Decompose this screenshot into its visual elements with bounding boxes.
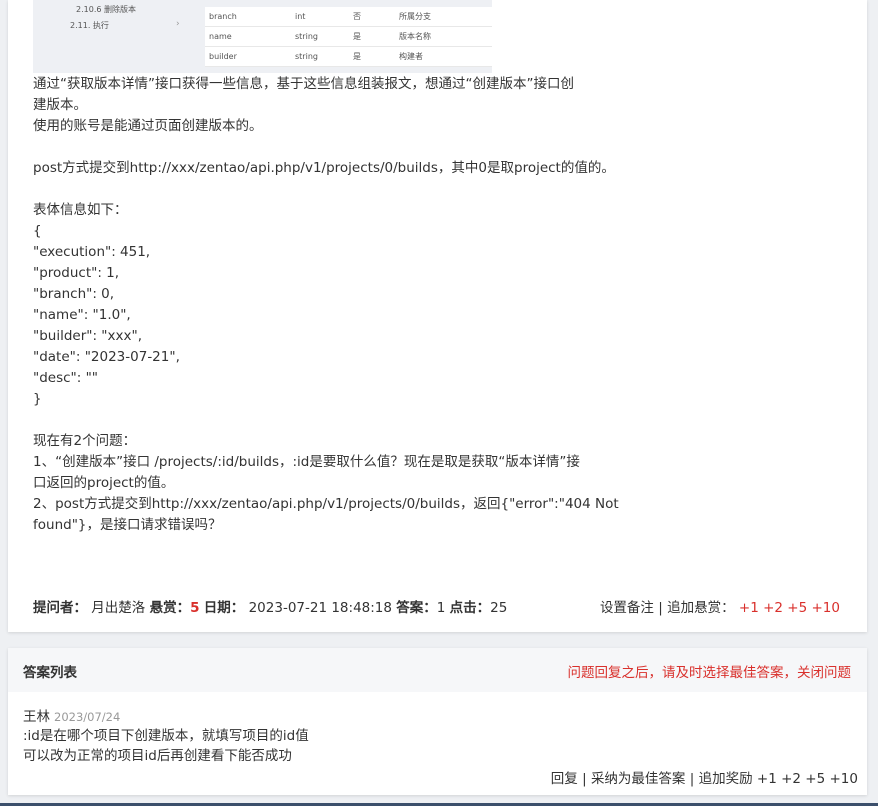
question-card [8,0,867,632]
question-line: 表体信息如下： [33,202,128,218]
table-cell: 构建者 [395,46,492,67]
question-line: post方式提交到http://xxx/zentao/api.php/v1/pr… [33,160,615,176]
question-line: } [33,391,42,407]
question-meta: 提问者： 月出楚洛 悬赏：5 日期： 2023-07-21 18:48:18 答… [33,598,507,618]
table-cell: 否 [349,7,395,27]
add-bounty-label: 追加悬赏： [667,600,735,616]
add-bounty-5-link[interactable]: +5 [787,600,807,616]
table-cell: int [291,7,349,27]
answer-date: 2023/07/24 [54,710,121,724]
question-line: "execution": 451, [33,244,151,260]
screenshot-thumbnail[interactable]: 2.10.6 删除版本 2.11. 执行 › branch int 否 所属分支… [33,0,492,73]
toc-item: 2.10.6 删除版本 [76,5,136,14]
table-cell: 是 [349,46,395,67]
bounty-label: 悬赏： [149,600,191,616]
add-bounty-2-link[interactable]: +2 [763,600,783,616]
separator: | [689,771,695,787]
question-line: { [33,223,42,239]
answer-actions: 回复 | 采纳为最佳答案 | 追加奖励 +1 +2 +5 +10 [551,767,858,787]
asker-label: 提问者： [33,600,87,616]
question-line: 建版本。 [33,97,87,113]
reward-2-link[interactable]: +2 [781,771,801,787]
question-line: "product": 1, [33,265,120,281]
table-row: branch int 否 所属分支 [205,7,492,27]
thumbnail-toc: 2.10.6 删除版本 2.11. 执行 › [33,0,193,73]
question-line: 1、“创建版本”接口 /projects/:id/builds，:id是要取什么… [33,454,580,470]
table-row: name string 是 版本名称 [205,26,492,47]
reward-10-link[interactable]: +10 [830,771,859,787]
table-cell: string [291,46,349,67]
clicks-label: 点击： [449,600,491,616]
reward-label: 追加奖励 [698,771,753,787]
question-line: "date": "2023-07-21", [33,349,180,365]
table-cell: name [205,26,291,47]
bounty-value: 5 [190,600,200,616]
question-line: "name": "1.0", [33,307,131,323]
reward-1-link[interactable]: +1 [757,771,777,787]
add-bounty-10-link[interactable]: +10 [812,600,841,616]
clicks-count: 25 [490,600,508,616]
answers-title: 答案列表 [23,665,77,681]
table-cell: string [291,26,349,47]
answers-tip: 问题回复之后，请及时选择最佳答案，关闭问题 [567,665,852,681]
table-cell: branch [205,7,291,27]
answer-user[interactable]: 王林 [23,709,50,725]
table-cell: 所属分支 [395,7,492,27]
answer-author: 王林 2023/07/24 [23,705,120,725]
answers-header: 答案列表 问题回复之后，请及时选择最佳答案，关闭问题 [8,648,867,692]
date-value: 2023-07-21 18:48:18 [248,600,392,616]
answer-line: 可以改为正常的项目id后再创建看下能否成功 [23,748,292,764]
question-line: 口返回的project的值。 [33,475,175,491]
thumbnail-table: branch int 否 所属分支 name string 是 版本名称 bui… [205,7,492,67]
accept-best-answer-link[interactable]: 采纳为最佳答案 [591,771,686,787]
answers-label: 答案： [396,600,437,616]
answer-line: :id是在哪个项目下创建版本，就填写项目的id值 [23,728,309,744]
answers-card: 答案列表 问题回复之后，请及时选择最佳答案，关闭问题 王林 2023/07/24 … [8,648,867,795]
question-line: "builder": "xxx", [33,328,142,344]
set-note-link[interactable]: 设置备注 [600,600,654,616]
question-line: "branch": 0, [33,286,115,302]
date-label: 日期： [203,600,245,616]
table-cell: 是 [349,26,395,47]
separator: | [658,600,663,616]
question-line: 现在有2个问题： [33,433,137,449]
chevron-right-icon: › [176,19,180,29]
asker-name[interactable]: 月出楚洛 [91,600,145,616]
add-bounty-1-link[interactable]: +1 [739,600,759,616]
table-row: builder string 是 构建者 [205,46,492,67]
question-line: "desc": "" [33,370,99,386]
separator: | [582,771,587,787]
question-line: 通过“获取版本详情”接口获得一些信息，基于这些信息组装报文，想通过“创建版本”接… [33,76,574,92]
question-line: 使用的账号是能通过页面创建版本的。 [33,118,263,134]
reward-5-link[interactable]: +5 [805,771,825,787]
table-cell: builder [205,46,291,67]
toc-item: 2.11. 执行 [70,21,109,30]
reply-link[interactable]: 回复 [551,771,578,787]
answers-count: 1 [436,600,446,616]
question-actions: 设置备注 | 追加悬赏： +1 +2 +5 +10 [600,598,840,618]
question-line: 2、post方式提交到http://xxx/zentao/api.php/v1/… [33,496,619,512]
table-cell: 版本名称 [395,26,492,47]
question-line: found"}，是接口请求错误吗？ [33,517,222,533]
